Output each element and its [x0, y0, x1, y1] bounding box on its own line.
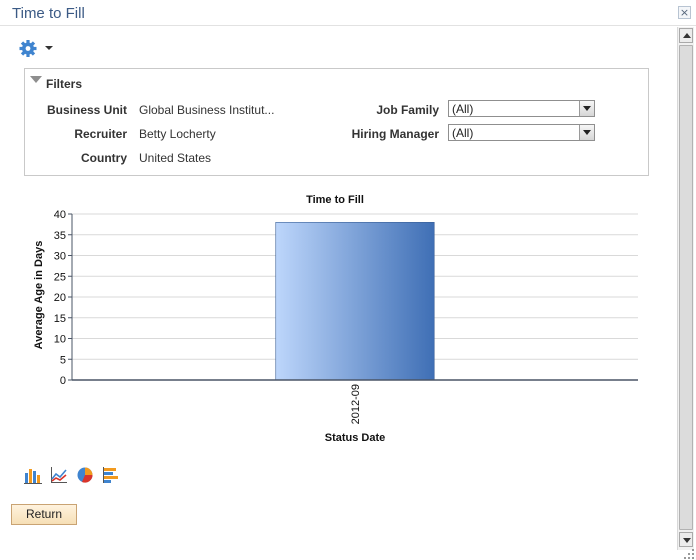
- job-family-select[interactable]: (All): [448, 100, 595, 117]
- hiring-manager-select-value: (All): [452, 126, 474, 140]
- bar-chart-icon[interactable]: [24, 466, 42, 484]
- chevron-down-icon: [45, 46, 53, 50]
- dropdown-arrow-icon[interactable]: [579, 125, 594, 140]
- recruiter-value: Betty Locherty: [139, 127, 216, 141]
- filters-panel: Filters Business Unit Global Business In…: [24, 68, 649, 176]
- y-axis-title: Average Age in Days: [33, 241, 45, 350]
- scroll-up-arrow-icon[interactable]: [679, 28, 693, 43]
- collapse-triangle-icon[interactable]: [30, 76, 42, 83]
- y-tick-label: 0: [60, 375, 66, 387]
- chart-title: Time to Fill: [306, 194, 364, 206]
- time-to-fill-chart: 0 5 10 15 20 25 30 35 40 2012-09 Time to Fill Ave…: [30, 190, 650, 450]
- window-title: Time to Fill: [12, 5, 85, 22]
- business-unit-label: Business Unit: [46, 103, 127, 117]
- hiring-manager-select[interactable]: (All): [448, 124, 595, 141]
- y-tick-label: 30: [54, 251, 66, 263]
- x-axis-title: Status Date: [325, 432, 386, 444]
- actions-menu-button[interactable]: [19, 40, 55, 57]
- country-label: Country: [81, 151, 127, 165]
- y-tick-label: 15: [54, 313, 66, 325]
- return-button[interactable]: Return: [11, 504, 77, 525]
- window-titlebar: Time to Fill ×: [0, 0, 696, 26]
- close-icon[interactable]: ×: [678, 6, 691, 19]
- vertical-scrollbar[interactable]: [677, 27, 694, 550]
- bar[interactable]: [275, 221, 435, 381]
- scrollbar-thumb[interactable]: [679, 45, 693, 530]
- hiring-manager-label: Hiring Manager: [351, 127, 439, 141]
- x-tick-label: 2012-09: [350, 384, 362, 424]
- dropdown-arrow-icon[interactable]: [579, 101, 594, 116]
- country-value: United States: [139, 151, 212, 165]
- y-tick-label: 35: [54, 230, 66, 242]
- filters-title[interactable]: Filters: [46, 77, 82, 91]
- business-unit-value: Global Business Institut...: [139, 103, 275, 117]
- horizontal-bar-chart-icon[interactable]: [102, 466, 120, 484]
- recruiter-label: Recruiter: [74, 127, 127, 141]
- scroll-down-arrow-icon[interactable]: [679, 532, 693, 547]
- job-family-label: Job Family: [376, 103, 439, 117]
- job-family-select-value: (All): [452, 102, 474, 116]
- line-chart-icon[interactable]: [50, 466, 68, 484]
- y-tick-label: 5: [60, 354, 66, 366]
- y-tick-label: 10: [54, 334, 66, 346]
- y-tick-label: 20: [54, 292, 66, 304]
- y-tick-label: 25: [54, 271, 66, 283]
- pie-chart-icon[interactable]: [76, 466, 94, 484]
- resize-grip-icon[interactable]: [683, 548, 695, 559]
- gear-icon: [19, 40, 37, 57]
- chart-canvas: 0 5 10 15 20 25 30 35 40 2012-09 Time to Fill Ave…: [33, 194, 638, 444]
- y-tick-label: 40: [54, 209, 66, 221]
